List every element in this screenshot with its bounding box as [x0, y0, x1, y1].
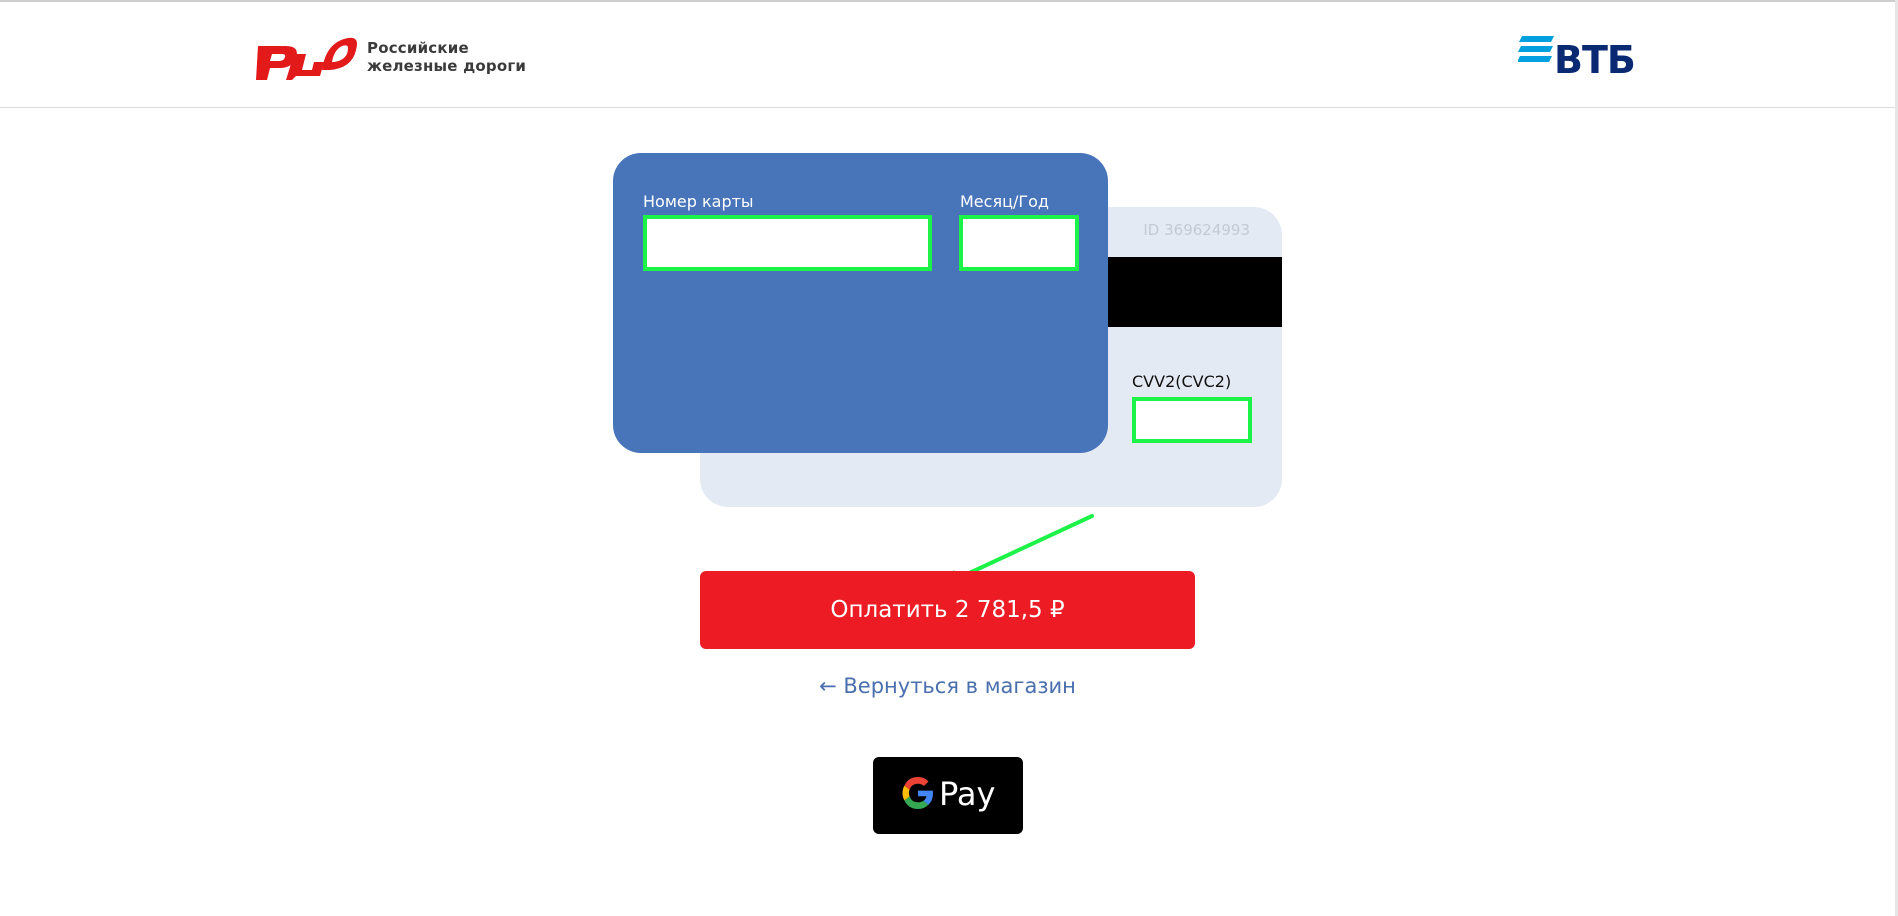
pay-button[interactable]: Оплатить 2 781,5 ₽ — [700, 571, 1195, 649]
rzd-logo-line1: Российские — [367, 39, 469, 57]
vtb-stripes-icon — [1518, 36, 1554, 62]
header: Российские железные дороги ВТБ — [0, 2, 1896, 108]
rzd-logo-line2: железные дороги — [367, 57, 527, 75]
card-number-label: Номер карты — [643, 192, 754, 211]
cvv-input[interactable] — [1132, 397, 1252, 443]
rzd-logo: Российские железные дороги — [256, 32, 536, 84]
google-pay-label: Pay — [939, 775, 996, 813]
card-id: ID 369624993 — [1143, 221, 1250, 239]
google-g-icon — [902, 777, 933, 809]
rzd-logo-icon — [256, 37, 357, 80]
expiry-label: Месяц/Год — [960, 192, 1049, 211]
expiry-input[interactable] — [959, 215, 1079, 271]
payment-page: Российские железные дороги ВТБ ID 369624… — [0, 0, 1898, 916]
cvv-label: CVV2(CVC2) — [1132, 372, 1232, 391]
vtb-logo: ВТБ — [1518, 34, 1643, 82]
vtb-logo-text: ВТБ — [1554, 38, 1636, 82]
card-number-input[interactable] — [643, 215, 932, 271]
google-pay-button[interactable]: Pay — [873, 757, 1023, 834]
rzd-logo-text: Российские железные дороги — [367, 39, 526, 75]
card-front: Номер карты Месяц/Год — [613, 153, 1108, 453]
back-to-store-link[interactable]: ← Вернуться в магазин — [700, 674, 1195, 698]
